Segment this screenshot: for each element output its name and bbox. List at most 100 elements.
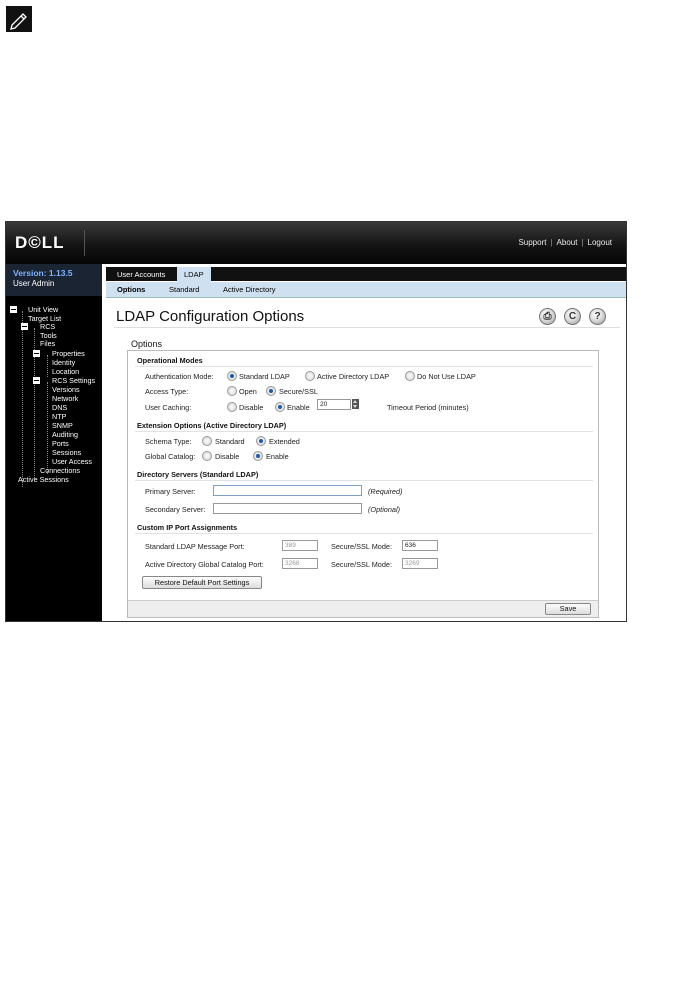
tree-item-dns[interactable]: DNS xyxy=(52,403,67,412)
collapse-properties-icon[interactable] xyxy=(33,350,40,357)
auth-ad-radio[interactable] xyxy=(305,371,315,381)
options-label: Options xyxy=(131,339,163,349)
operational-modes-heading: Operational Modes xyxy=(137,356,203,365)
user-label: User Admin xyxy=(13,279,55,288)
secondary-server-input[interactable] xyxy=(213,503,362,514)
secondary-server-label: Secondary Server: xyxy=(145,505,206,514)
auth-ad-label: Active Directory LDAP xyxy=(317,372,390,381)
help-icon[interactable]: ? xyxy=(589,308,606,325)
schema-type-label: Schema Type: xyxy=(145,437,192,446)
tree-item-auditing[interactable]: Auditing xyxy=(52,430,78,439)
timeout-label: Timeout Period (minutes) xyxy=(387,403,469,412)
tree-item-location[interactable]: Location xyxy=(52,367,79,376)
tree-item-rcs[interactable]: RCS xyxy=(40,322,55,331)
std-ssl-port-input[interactable]: 636 xyxy=(402,540,438,551)
primary-server-hint: (Required) xyxy=(368,487,403,496)
logout-link[interactable]: Logout xyxy=(588,238,612,247)
caching-enable-label: Enable xyxy=(287,403,310,412)
timeout-stepper-icon[interactable] xyxy=(352,399,359,409)
catalog-enable-label: Enable xyxy=(266,452,289,461)
collapse-unit-view-icon[interactable] xyxy=(10,306,17,313)
ad-catalog-port-input[interactable]: 3268 xyxy=(282,558,318,569)
caching-enable-radio[interactable] xyxy=(275,402,285,412)
schema-extended-radio[interactable] xyxy=(256,436,266,446)
secondary-server-hint: (Optional) xyxy=(368,505,401,514)
auth-mode-label: Authentication Mode: xyxy=(145,372,214,381)
printer-icon[interactable]: ⎙ xyxy=(539,308,556,325)
tree-line xyxy=(22,311,24,487)
user-caching-label: User Caching: xyxy=(145,403,192,412)
dell-logo: D©LL xyxy=(15,233,65,252)
version-box: Version: 1.13.5 User Admin xyxy=(6,264,102,296)
subtab-active-directory[interactable]: Active Directory xyxy=(223,285,276,294)
global-catalog-label: Global Catalog: xyxy=(145,452,196,461)
access-type-label: Access Type: xyxy=(145,387,189,396)
auth-standard-label: Standard LDAP xyxy=(239,372,290,381)
tree-line xyxy=(47,382,49,474)
sidebar: Version: 1.13.5 User Admin Unit View Tar… xyxy=(6,264,102,621)
support-link[interactable]: Support xyxy=(518,238,546,247)
section-divider xyxy=(135,366,593,367)
tree-item-active-sessions[interactable]: Active Sessions xyxy=(18,475,69,484)
title-divider xyxy=(114,327,620,328)
tree-item-properties[interactable]: Properties xyxy=(52,349,85,358)
tree-line xyxy=(47,355,49,377)
auth-none-radio[interactable] xyxy=(405,371,415,381)
tree-item-ntp[interactable]: NTP xyxy=(52,412,66,421)
catalog-enable-radio[interactable] xyxy=(253,451,263,461)
ad-ssl-port-input[interactable]: 3269 xyxy=(402,558,438,569)
port-assignments-heading: Custom IP Port Assignments xyxy=(137,523,238,532)
tree-item-user-access[interactable]: User Access xyxy=(52,457,92,466)
std-ssl-mode-label: Secure/SSL Mode: xyxy=(331,542,392,551)
section-divider xyxy=(135,431,593,432)
tab-user-accounts[interactable]: User Accounts xyxy=(110,267,172,282)
tab-ldap[interactable]: LDAP xyxy=(177,267,211,282)
section-divider xyxy=(135,480,593,481)
access-open-label: Open xyxy=(239,387,257,396)
subtab-standard[interactable]: Standard xyxy=(169,285,199,294)
tree-item-connections[interactable]: Connections xyxy=(40,466,80,475)
tree-item-files[interactable]: Files xyxy=(40,339,55,348)
subtab-options[interactable]: Options xyxy=(117,285,145,294)
collapse-rcs-icon[interactable] xyxy=(21,323,28,330)
ad-catalog-port-label: Active Directory Global Catalog Port: xyxy=(145,560,264,569)
primary-server-label: Primary Server: xyxy=(145,487,196,496)
auth-standard-radio[interactable] xyxy=(227,371,237,381)
catalog-disable-label: Disable xyxy=(215,452,240,461)
note-pencil-icon xyxy=(6,6,32,32)
restore-default-ports-button[interactable]: Restore Default Port Settings xyxy=(142,576,262,589)
extension-options-heading: Extension Options (Active Directory LDAP… xyxy=(137,421,287,430)
refresh-icon[interactable]: C xyxy=(564,308,581,325)
tree-item-snmp[interactable]: SNMP xyxy=(52,421,73,430)
catalog-disable-radio[interactable] xyxy=(202,451,212,461)
collapse-rcs-settings-icon[interactable] xyxy=(33,377,40,384)
access-ssl-radio[interactable] xyxy=(266,386,276,396)
header-divider xyxy=(84,230,85,256)
top-header: D©LL Support | About | Logout xyxy=(6,222,626,264)
save-button[interactable]: Save xyxy=(545,603,591,615)
primary-server-input[interactable] xyxy=(213,485,362,496)
tree-item-sessions[interactable]: Sessions xyxy=(52,448,81,457)
tree-item-network[interactable]: Network xyxy=(52,394,78,403)
schema-standard-label: Standard xyxy=(215,437,245,446)
tree-item-versions[interactable]: Versions xyxy=(52,385,80,394)
tree-item-rcs-settings[interactable]: RCS Settings xyxy=(52,376,95,385)
tree-item-unit-view[interactable]: Unit View xyxy=(28,305,58,314)
std-ldap-port-input[interactable]: 389 xyxy=(282,540,318,551)
directory-servers-heading: Directory Servers (Standard LDAP) xyxy=(137,470,259,479)
caching-disable-label: Disable xyxy=(239,403,264,412)
caching-disable-radio[interactable] xyxy=(227,402,237,412)
std-ldap-port-label: Standard LDAP Message Port: xyxy=(145,542,245,551)
schema-extended-label: Extended xyxy=(269,437,300,446)
header-links: Support | About | Logout xyxy=(518,238,612,247)
tree-item-ports[interactable]: Ports xyxy=(52,439,69,448)
timeout-input[interactable]: 20 xyxy=(317,399,351,410)
access-open-radio[interactable] xyxy=(227,386,237,396)
app-window: D©LL Support | About | Logout Version: 1.13.… xyxy=(5,221,627,622)
page-title: LDAP Configuration Options xyxy=(116,308,305,325)
section-divider xyxy=(135,533,593,534)
ad-ssl-mode-label: Secure/SSL Mode: xyxy=(331,560,392,569)
about-link[interactable]: About xyxy=(557,238,578,247)
schema-standard-radio[interactable] xyxy=(202,436,212,446)
tree-item-identity[interactable]: Identity xyxy=(52,358,75,367)
